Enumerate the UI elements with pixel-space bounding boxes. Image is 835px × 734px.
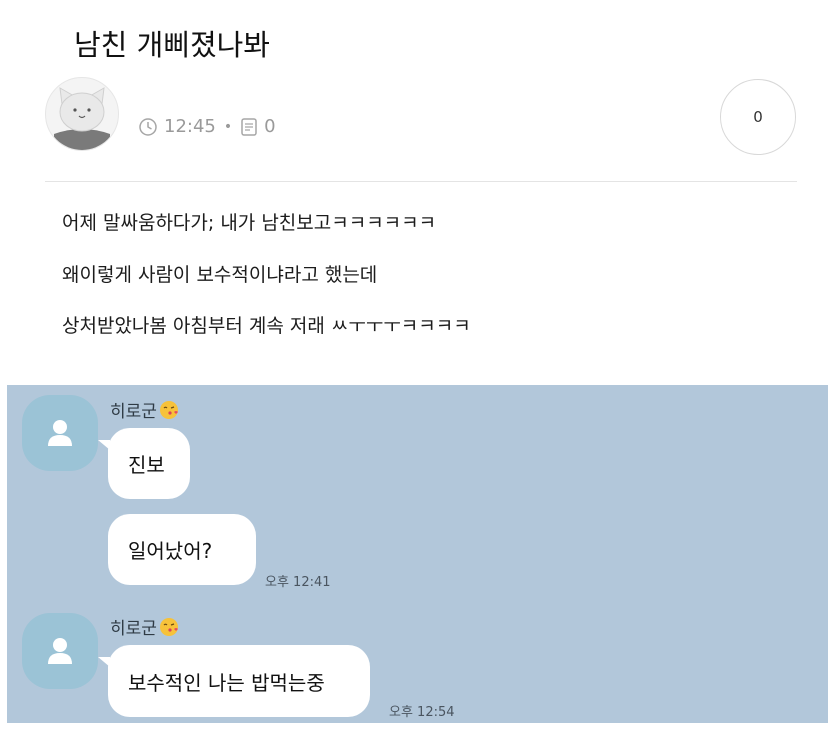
post-title: 남친 개삐졌나봐	[74, 28, 270, 62]
body-line-3: 상처받았나봄 아침부터 계속 저래 ㅆㅜㅜㅜㅋㅋㅋㅋ	[62, 315, 471, 337]
kiss-face-emoji-icon	[159, 400, 178, 419]
message-bubble: 진보	[108, 428, 190, 499]
message-bubble: 보수적인 나는 밥먹는중	[108, 645, 370, 717]
message-text: 일어났어?	[128, 539, 213, 563]
comment-count: 0	[264, 116, 276, 137]
sender-name: 히로군	[110, 614, 179, 639]
meta-separator: •	[223, 118, 233, 135]
post-meta: 12:45 • 0	[138, 116, 276, 137]
message-bubble: 일어났어?	[108, 514, 256, 585]
message-time: 오후 12:54	[389, 705, 455, 720]
body-line-2: 왜이렇게 사람이 보수적이냐라고 했는데	[62, 264, 378, 286]
comment-icon	[241, 117, 257, 136]
message-text: 보수적인 나는 밥먹는중	[128, 670, 325, 695]
divider	[45, 181, 797, 182]
author-avatar[interactable]	[45, 77, 119, 151]
chat-avatar[interactable]	[22, 395, 98, 471]
sender-name: 히로군	[110, 397, 179, 422]
post-time: 12:45	[164, 116, 216, 137]
sender-name-text: 히로군	[110, 619, 157, 639]
like-count-button[interactable]: 0	[720, 79, 796, 155]
kiss-face-emoji-icon	[159, 617, 178, 636]
person-icon	[48, 638, 72, 664]
clock-icon	[139, 117, 157, 136]
bubble-tail	[98, 440, 110, 450]
like-count: 0	[753, 108, 763, 126]
bubble-tail	[98, 657, 110, 667]
chat-avatar[interactable]	[22, 613, 98, 689]
message-time: 오후 12:41	[265, 575, 331, 590]
cat-avatar-icon	[54, 87, 110, 150]
message-text: 진보	[128, 453, 165, 477]
person-icon	[48, 420, 72, 446]
chat-screenshot: 히로군 진보 일어났어? 오후 12:41 히로군 보수적인 나는 밥먹는중 오…	[7, 385, 828, 723]
body-line-1: 어제 말싸움하다가; 내가 남친보고ㅋㅋㅋㅋㅋㅋ	[62, 212, 437, 234]
sender-name-text: 히로군	[110, 402, 157, 422]
